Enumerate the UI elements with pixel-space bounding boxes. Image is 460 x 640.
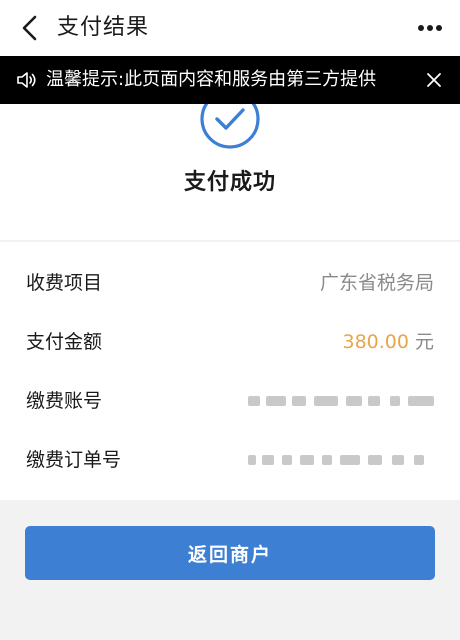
detail-row-order: 缴费订单号 xyxy=(0,431,460,489)
result-card: 支付成功 xyxy=(0,104,460,240)
detail-value: 广东省税务局 xyxy=(319,272,434,294)
payment-details: 收费项目 广东省税务局 支付金额 380.00 元 缴费账号 缴费订单号 xyxy=(0,242,460,500)
chevron-left-icon xyxy=(22,15,37,41)
check-circle-icon xyxy=(200,104,260,149)
payment-status: 支付成功 xyxy=(183,170,276,195)
notice-text: 温馨提示:此页面内容和服务由第三方提供 xyxy=(46,69,377,90)
notice-bar: 温馨提示:此页面内容和服务由第三方提供 xyxy=(0,56,460,104)
speaker-icon xyxy=(17,72,36,88)
more-dots-icon xyxy=(418,25,442,31)
close-icon xyxy=(427,73,441,87)
more-button[interactable] xyxy=(414,12,446,44)
page-title: 支付结果 xyxy=(57,15,150,40)
blurred-order-number xyxy=(248,451,434,471)
detail-row-item: 收费项目 广东省税务局 xyxy=(0,254,460,312)
detail-label: 收费项目 xyxy=(26,272,103,294)
blurred-account-number xyxy=(248,392,434,412)
back-button[interactable] xyxy=(14,12,46,44)
detail-row-amount: 支付金额 380.00 元 xyxy=(0,313,460,371)
top-bar: 支付结果 xyxy=(0,0,460,56)
detail-label: 缴费账号 xyxy=(26,390,103,412)
amount-value: 380.00 元 xyxy=(343,313,435,371)
detail-label: 支付金额 xyxy=(26,331,103,353)
payment-result-page: 支付结果 温馨提示:此页面内容和服务由第三方提供 支付成功 收费项目 广东省税务… xyxy=(0,0,460,640)
notice-close-button[interactable] xyxy=(422,68,446,92)
amount-number: 380.00 xyxy=(342,331,409,353)
detail-label: 缴费订单号 xyxy=(26,449,122,471)
return-to-merchant-button[interactable]: 返回商户 xyxy=(25,526,435,580)
detail-row-account: 缴费账号 xyxy=(0,372,460,430)
amount-unit: 元 xyxy=(414,331,434,353)
